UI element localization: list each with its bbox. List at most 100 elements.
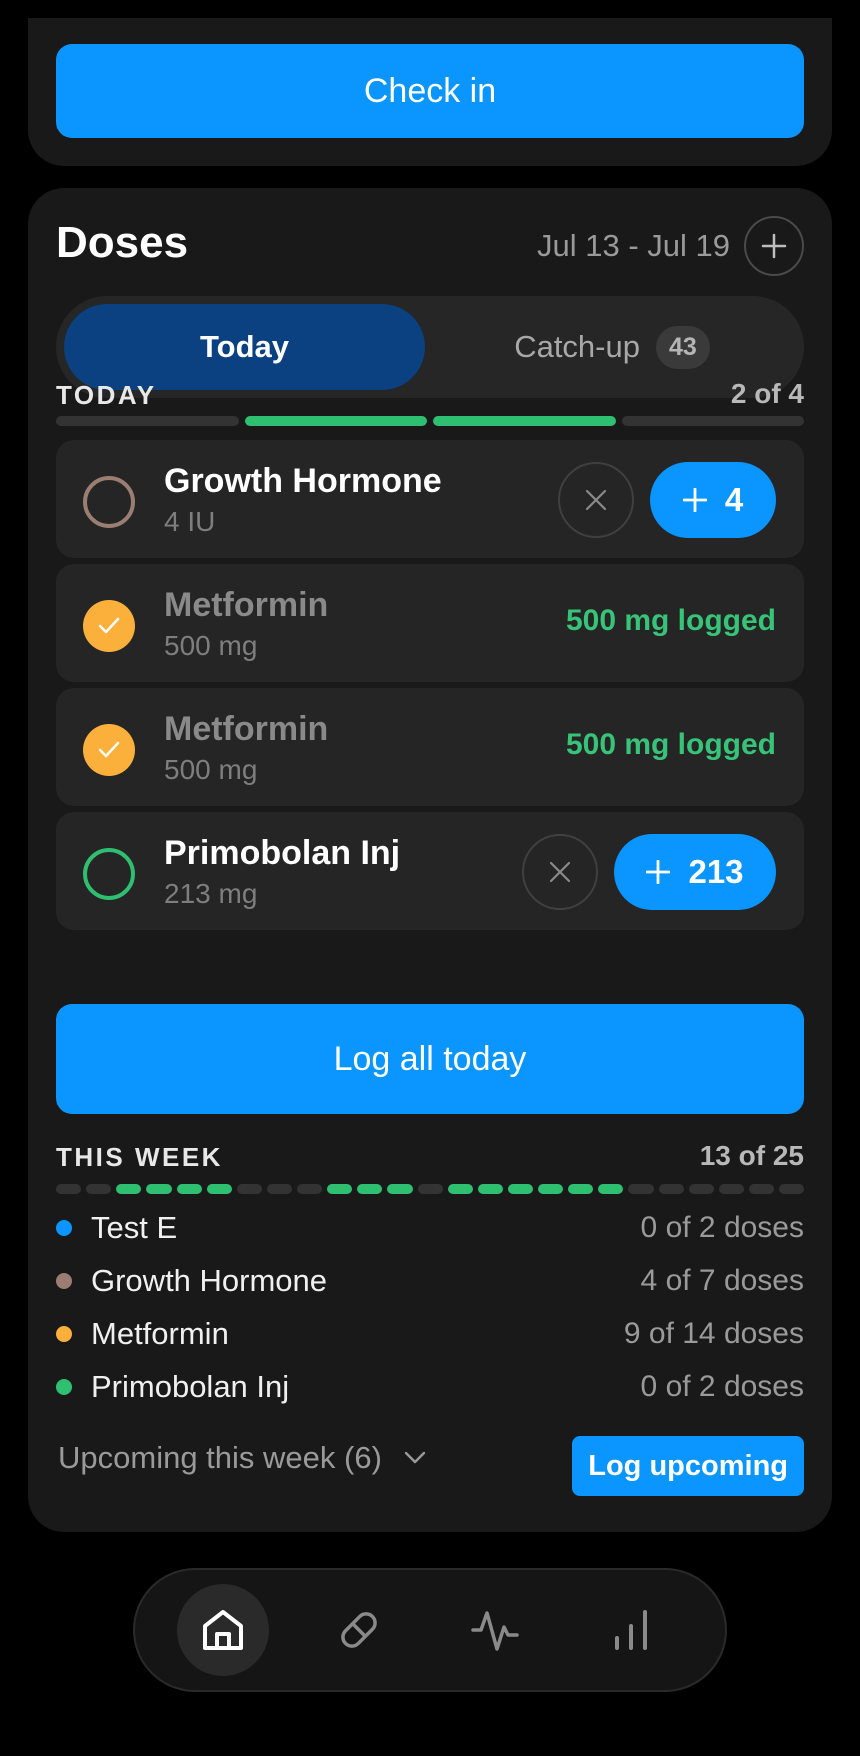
progress-dash	[568, 1184, 594, 1194]
dose-status-check[interactable]	[83, 724, 135, 776]
log-dose-amount: 4	[724, 481, 744, 518]
pill-icon	[341, 1612, 377, 1648]
date-range[interactable]: Jul 13 - Jul 19	[537, 228, 730, 264]
legend-dot	[56, 1273, 72, 1289]
doses-title: Doses	[56, 218, 189, 267]
log-upcoming-button[interactable]: Log upcoming	[572, 1436, 804, 1496]
plus-icon	[646, 860, 671, 884]
add-dose-button[interactable]	[744, 216, 804, 276]
dose-logged-status: 500 mg logged	[565, 728, 776, 761]
dose-row[interactable]: Metformin 500 mg 500 mg logged	[56, 564, 804, 682]
dose-status-ring[interactable]	[83, 848, 135, 900]
week-progress-bar	[56, 1184, 805, 1194]
week-breakdown-row: Test E 0 of 2 doses	[56, 1206, 804, 1250]
progress-dash	[477, 1184, 503, 1194]
progress-segment	[56, 416, 239, 426]
check-icon	[98, 617, 120, 634]
legend-count: 9 of 14 doses	[623, 1317, 804, 1350]
legend-count: 0 of 2 doses	[640, 1370, 804, 1403]
legend-name: Test E	[91, 1210, 178, 1245]
today-progress-bar	[56, 416, 804, 426]
upcoming-toggle[interactable]: Upcoming this week (6)	[58, 1440, 426, 1476]
dose-tab-switch: Today Catch-up 43	[56, 296, 804, 398]
dose-status-check[interactable]	[83, 600, 135, 652]
dose-name: Growth Hormone	[164, 462, 442, 500]
week-section-label: THIS WEEK	[56, 1142, 223, 1172]
progress-dash	[779, 1184, 805, 1194]
week-breakdown-row: Primobolan Inj 0 of 2 doses	[56, 1365, 804, 1409]
today-section-count: 2 of 4	[730, 378, 804, 409]
tab-catch-up-label: Catch-up	[514, 329, 640, 364]
progress-dash	[718, 1184, 744, 1194]
progress-dash	[86, 1184, 112, 1194]
log-dose-amount: 213	[688, 853, 744, 890]
week-breakdown-row: Growth Hormone 4 of 7 doses	[56, 1259, 804, 1303]
upcoming-label: Upcoming this week (6)	[58, 1440, 382, 1475]
skip-dose-button[interactable]	[522, 834, 598, 910]
progress-dash	[507, 1184, 533, 1194]
check-icon	[98, 741, 120, 758]
chevron-down-icon	[404, 1451, 426, 1464]
week-breakdown-row: Metformin 9 of 14 doses	[56, 1312, 804, 1356]
progress-dash	[327, 1184, 353, 1194]
progress-dash	[658, 1184, 684, 1194]
dose-name: Metformin	[164, 586, 329, 624]
progress-dash	[266, 1184, 292, 1194]
tab-medications[interactable]	[313, 1584, 405, 1676]
legend-name: Growth Hormone	[91, 1263, 328, 1298]
dose-status-ring[interactable]	[83, 476, 135, 528]
progress-dash	[748, 1184, 774, 1194]
progress-dash	[538, 1184, 564, 1194]
activity-icon	[471, 1611, 519, 1651]
legend-name: Primobolan Inj	[91, 1369, 290, 1404]
week-section-count: 13 of 25	[699, 1140, 804, 1171]
dose-row[interactable]: Growth Hormone 4 IU 4	[56, 440, 804, 558]
progress-dash	[417, 1184, 443, 1194]
close-icon	[549, 861, 571, 883]
home-icon	[203, 1610, 243, 1650]
dose-amount: 500 mg	[164, 630, 258, 661]
bottom-tab-bar	[133, 1568, 727, 1692]
tab-today-label: Today	[200, 329, 289, 364]
legend-dot	[56, 1379, 72, 1395]
legend-count: 0 of 2 doses	[640, 1211, 804, 1244]
dose-logged-status: 500 mg logged	[565, 604, 776, 637]
tab-home[interactable]	[177, 1584, 269, 1676]
progress-dash	[598, 1184, 624, 1194]
checkin-card: Check in	[28, 18, 832, 166]
skip-dose-button[interactable]	[558, 462, 634, 538]
progress-dash	[357, 1184, 383, 1194]
today-section-label: TODAY	[56, 380, 157, 410]
dose-amount: 4 IU	[164, 506, 216, 537]
progress-dash	[56, 1184, 82, 1194]
legend-dot	[56, 1220, 72, 1236]
progress-dash	[447, 1184, 473, 1194]
progress-dash	[146, 1184, 172, 1194]
progress-dash	[206, 1184, 232, 1194]
log-dose-button[interactable]: 213	[614, 834, 776, 910]
check-in-button[interactable]: Check in	[56, 44, 804, 138]
log-dose-button[interactable]: 4	[650, 462, 776, 538]
tab-activity[interactable]	[449, 1584, 541, 1676]
close-icon	[585, 489, 607, 511]
progress-dash	[688, 1184, 714, 1194]
tab-stats[interactable]	[585, 1584, 677, 1676]
plus-icon	[682, 488, 707, 512]
dose-row[interactable]: Primobolan Inj 213 mg 213	[56, 812, 804, 930]
progress-segment	[621, 416, 804, 426]
log-all-today-button[interactable]: Log all today	[56, 1004, 804, 1114]
plus-icon	[761, 233, 787, 259]
progress-segment	[433, 416, 616, 426]
dose-name: Metformin	[164, 710, 329, 748]
legend-count: 4 of 7 doses	[640, 1264, 804, 1297]
dose-name: Primobolan Inj	[164, 834, 401, 872]
doses-card: Doses Jul 13 - Jul 19 Today Catch-up 43 …	[28, 188, 832, 1532]
legend-dot	[56, 1326, 72, 1342]
progress-dash	[628, 1184, 654, 1194]
progress-dash	[236, 1184, 262, 1194]
tab-today[interactable]: Today	[64, 304, 425, 390]
dose-row[interactable]: Metformin 500 mg 500 mg logged	[56, 688, 804, 806]
stats-icon	[615, 1610, 647, 1650]
progress-dash	[297, 1184, 323, 1194]
progress-dash	[116, 1184, 142, 1194]
